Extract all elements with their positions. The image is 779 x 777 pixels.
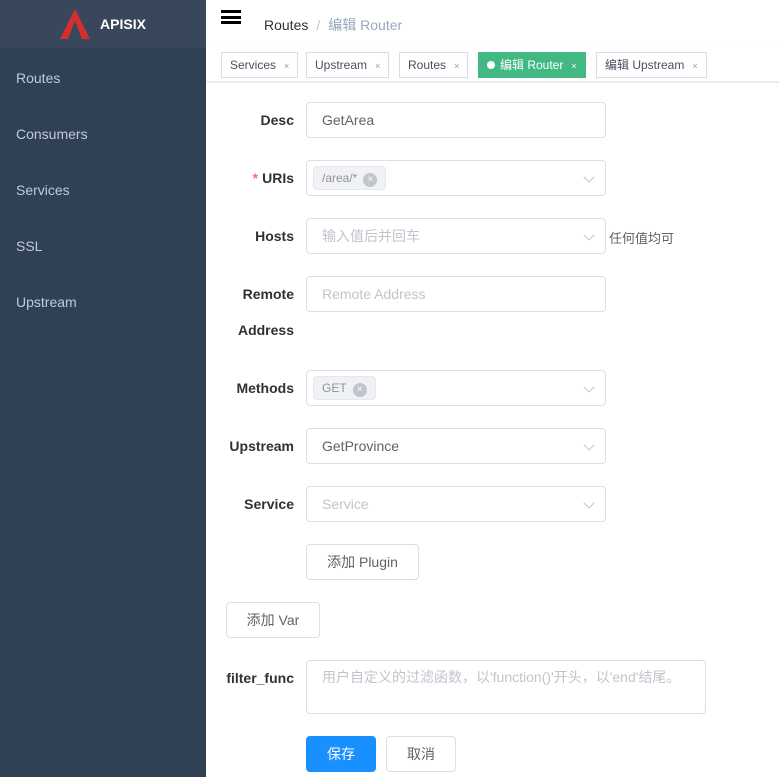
hamburger-menu-icon[interactable] [221, 10, 241, 24]
filter-func-placeholder: 用户自定义的过滤函数，以'function()'开头，以'end'结尾。 [322, 669, 681, 685]
sidebar-item-services[interactable]: Services [16, 182, 70, 198]
desc-input[interactable]: GetArea [306, 102, 606, 138]
hosts-select[interactable]: 输入值后并回车 [306, 218, 606, 254]
logo: APISIX [0, 0, 206, 48]
upstream-value: GetProvince [322, 438, 400, 454]
tag-edit-router[interactable]: 编辑 Router × [478, 52, 586, 78]
methods-select[interactable]: GET × [306, 370, 606, 406]
tag-edit-upstream[interactable]: 编辑 Upstream × [596, 52, 707, 78]
remote-address-placeholder: Remote Address [322, 286, 426, 302]
cancel-button[interactable]: 取消 [386, 736, 456, 772]
tag-label: Services [230, 58, 277, 72]
service-placeholder: Service [322, 496, 369, 512]
chevron-down-icon [583, 229, 595, 241]
filter-func-label: filter_func [226, 670, 294, 686]
uris-select[interactable]: /area/* × [306, 160, 606, 196]
chip-close-icon[interactable]: × [363, 173, 378, 187]
sidebar-item-ssl[interactable]: SSL [16, 238, 42, 254]
required-asterisk: * [252, 170, 259, 186]
filter-func-textarea[interactable]: 用户自定义的过滤函数，以'function()'开头，以'end'结尾。 [306, 660, 706, 714]
chip-text: /area/* [322, 171, 358, 185]
apisix-logo-icon [60, 9, 91, 39]
sidebar-item-consumers[interactable]: Consumers [16, 126, 88, 142]
service-label: Service [244, 496, 294, 512]
chevron-down-icon [583, 171, 595, 183]
tag-services[interactable]: Services × [221, 52, 299, 78]
hosts-label: Hosts [255, 228, 294, 244]
tags-view: Services × Upstream × Routes × 编辑 Router × 编… [206, 48, 779, 82]
upstream-select[interactable]: GetProvince [306, 428, 606, 464]
tag-label: Upstream [315, 58, 368, 72]
uris-label: * URIs [194, 170, 294, 186]
close-icon[interactable]: × [375, 61, 380, 71]
desc-label: Desc [260, 112, 294, 128]
sidebar: APISIX Routes Consumers Services SSL Ups… [0, 0, 206, 777]
close-icon[interactable]: × [284, 61, 289, 71]
tag-routes[interactable]: Routes × [399, 52, 469, 78]
tag-upstream[interactable]: Upstream × [306, 52, 390, 78]
remote-address-input[interactable]: Remote Address [306, 276, 606, 312]
service-select[interactable]: Service [306, 486, 606, 522]
tag-label: Routes [408, 58, 447, 72]
tag-label: 编辑 Upstream [605, 58, 685, 72]
app-name: APISIX [100, 16, 146, 32]
chevron-down-icon [583, 497, 595, 509]
breadcrumb: Routes / 编辑 Router [264, 15, 402, 35]
close-icon[interactable]: × [571, 61, 576, 71]
uris-label-text: URIs [262, 170, 294, 186]
sidebar-item-routes[interactable]: Routes [16, 70, 60, 86]
save-button[interactable]: 保存 [306, 736, 376, 772]
chevron-down-icon [583, 439, 595, 451]
method-chip: GET × [313, 376, 376, 400]
remote-address-label-2: Address [237, 322, 294, 338]
uri-chip: /area/* × [313, 166, 387, 190]
active-dot-icon [487, 61, 495, 69]
breadcrumb-current: 编辑 Router [328, 17, 403, 33]
tag-label: 编辑 Router [500, 58, 564, 72]
breadcrumb-routes[interactable]: Routes [264, 17, 308, 33]
chip-close-icon[interactable]: × [352, 383, 367, 397]
hosts-hint: 任何值均可 [609, 231, 675, 246]
sidebar-item-upstream[interactable]: Upstream [16, 294, 77, 310]
chip-text: GET [322, 381, 347, 395]
remote-address-label: Remote [242, 286, 294, 302]
chevron-down-icon [583, 381, 595, 393]
add-var-button[interactable]: 添加 Var [226, 602, 320, 638]
methods-label: Methods [236, 380, 294, 396]
close-icon[interactable]: × [454, 61, 459, 71]
breadcrumb-separator: / [316, 17, 321, 33]
close-icon[interactable]: × [692, 61, 697, 71]
hosts-placeholder: 输入值后并回车 [322, 228, 420, 244]
add-plugin-button[interactable]: 添加 Plugin [306, 544, 419, 580]
upstream-label: Upstream [229, 438, 294, 454]
